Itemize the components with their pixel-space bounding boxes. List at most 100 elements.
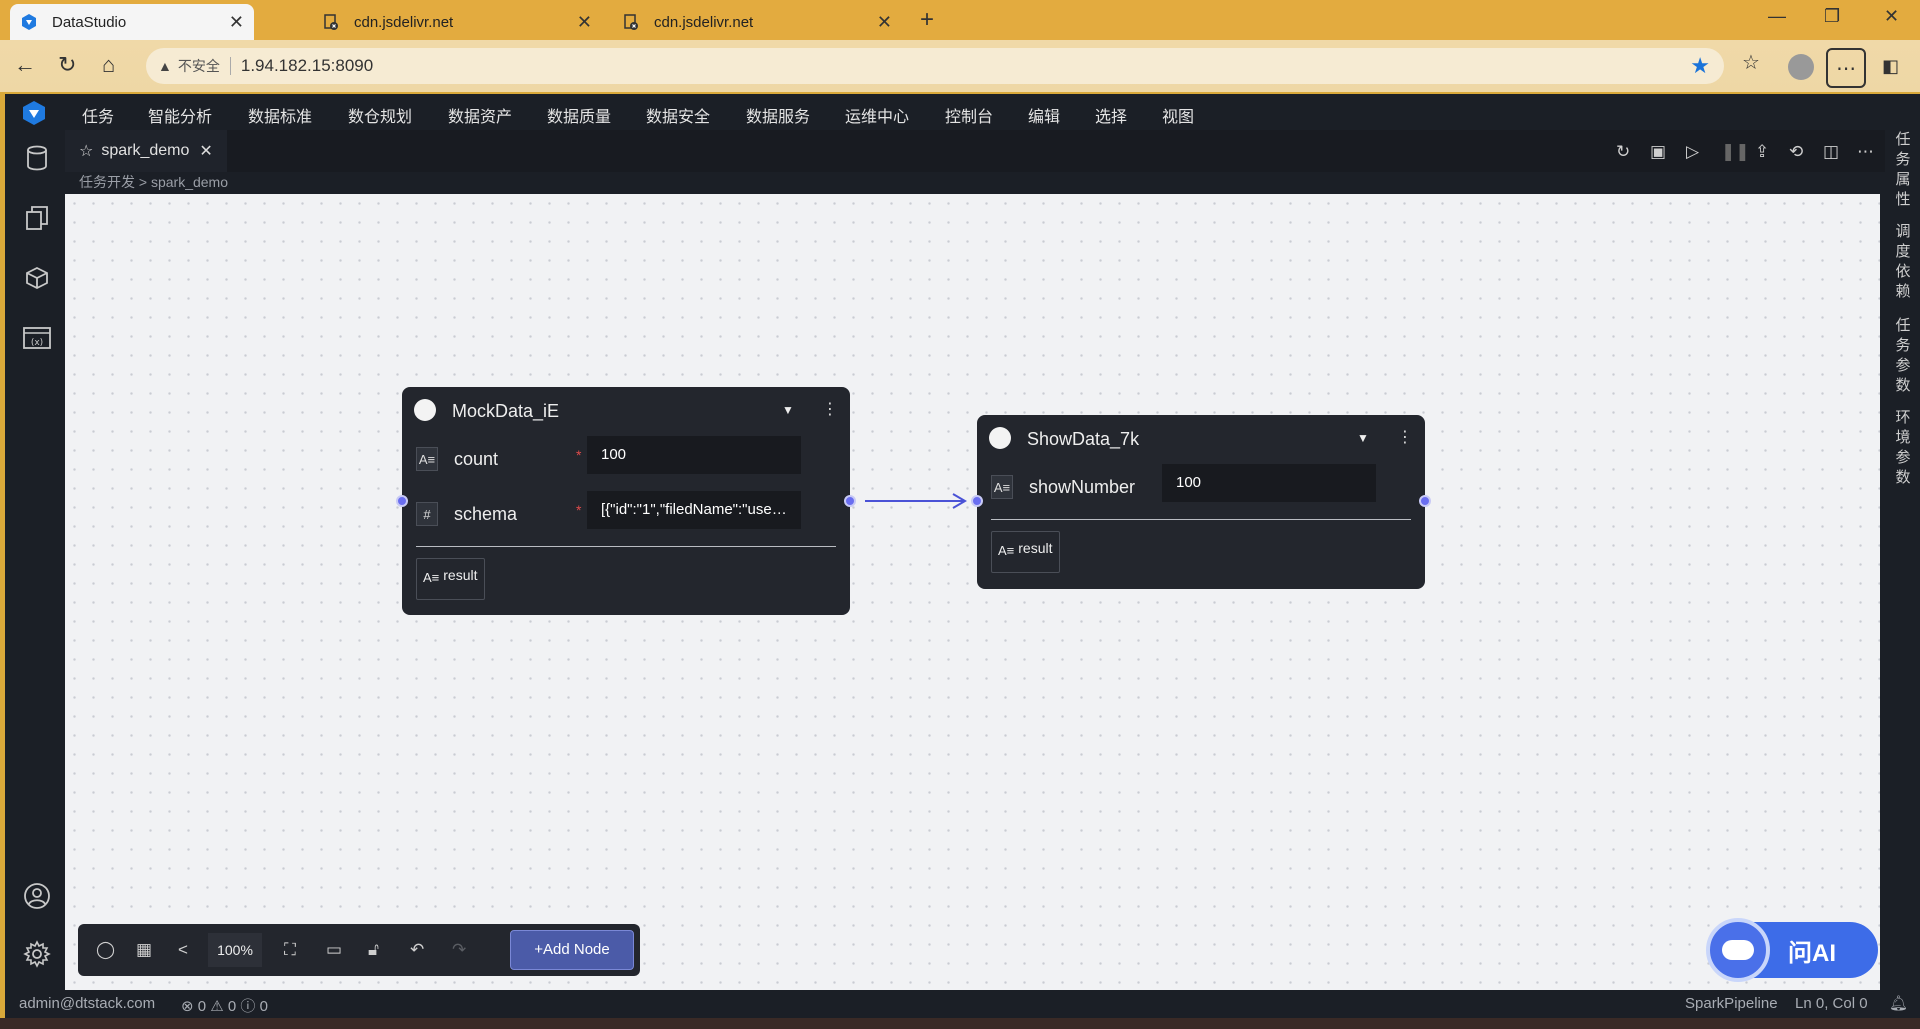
home-icon[interactable]: ⌂ bbox=[102, 52, 115, 78]
browser-address-bar: ← ↻ ⌂ ▲ 不安全 1.94.182.15:8090 ★ ☆ bbox=[0, 40, 1920, 92]
divider bbox=[416, 546, 836, 547]
browser-more-icon[interactable]: ⋯ bbox=[1826, 48, 1866, 88]
undo-icon[interactable]: ↶ bbox=[410, 940, 424, 960]
settings-icon[interactable] bbox=[23, 940, 51, 968]
minimize-icon[interactable]: — bbox=[1768, 6, 1786, 27]
user-icon[interactable] bbox=[23, 882, 51, 910]
cube-icon[interactable] bbox=[23, 264, 51, 292]
favorite-star-icon[interactable]: ☆ bbox=[79, 141, 93, 161]
close-tab-icon[interactable]: ✕ bbox=[577, 12, 592, 33]
chevron-down-icon[interactable]: ▼ bbox=[1357, 431, 1369, 445]
schema-input[interactable]: [{"id":"1","filedName":"user... bbox=[587, 491, 801, 529]
menu-smart-analysis[interactable]: 智能分析 bbox=[148, 103, 212, 127]
fullscreen-icon[interactable]: ⛶ bbox=[284, 940, 296, 960]
reload-icon[interactable]: ↻ bbox=[58, 52, 76, 78]
ai-robot-icon bbox=[1706, 918, 1770, 982]
environment-parameters-tab[interactable]: 环境参数 bbox=[1895, 408, 1911, 488]
menu-edit[interactable]: 编辑 bbox=[1028, 103, 1060, 127]
history-icon[interactable]: ⟲ bbox=[1789, 142, 1803, 162]
current-user: admin@dtstack.com bbox=[19, 995, 156, 1012]
minimap-icon[interactable]: ▭ bbox=[326, 940, 342, 960]
split-view-icon[interactable]: ◫ bbox=[1823, 142, 1839, 162]
database-icon[interactable] bbox=[23, 144, 51, 172]
close-tab-icon[interactable]: ✕ bbox=[877, 12, 892, 33]
node-showdata[interactable]: ShowData_7k ▼ ⋮ A≡ showNumber 100 A≡ resu… bbox=[977, 415, 1425, 589]
output-port-result[interactable]: A≡ result bbox=[991, 531, 1060, 573]
variable-icon[interactable]: (x) bbox=[23, 324, 51, 352]
taskbar-strip bbox=[0, 1018, 1920, 1029]
restore-icon[interactable]: ❐ bbox=[1824, 6, 1840, 27]
input-port[interactable] bbox=[396, 495, 408, 507]
close-icon[interactable]: ✕ bbox=[199, 141, 212, 161]
show-number-input[interactable]: 100 bbox=[1162, 464, 1376, 502]
refresh-icon[interactable]: ↻ bbox=[1616, 142, 1630, 162]
browser-tab-cdn-1[interactable]: cdn.jsdelivr.net ✕ bbox=[312, 4, 602, 40]
files-icon[interactable] bbox=[23, 204, 51, 232]
menu-console[interactable]: 控制台 bbox=[945, 103, 993, 127]
save-icon[interactable]: ▣ bbox=[1650, 142, 1666, 162]
app-logo-icon bbox=[21, 100, 47, 126]
divider bbox=[991, 519, 1411, 520]
browser-tab-datastudio[interactable]: DataStudio ✕ bbox=[10, 4, 254, 40]
number-type-icon: # bbox=[416, 502, 438, 526]
menu-data-standard[interactable]: 数据标准 bbox=[248, 103, 312, 127]
run-icon[interactable]: ▷ bbox=[1686, 142, 1699, 162]
output-port[interactable] bbox=[844, 495, 856, 507]
menu-select[interactable]: 选择 bbox=[1095, 103, 1127, 127]
editor-tab-spark-demo[interactable]: ☆ spark_demo ✕ bbox=[65, 130, 227, 172]
editor-tab-title: spark_demo bbox=[101, 142, 190, 159]
pause-icon[interactable]: ❚❚ bbox=[1721, 142, 1750, 162]
connector-icon[interactable]: < bbox=[178, 940, 188, 960]
menu-data-assets[interactable]: 数据资产 bbox=[448, 103, 512, 127]
edge-connector bbox=[865, 493, 967, 509]
add-node-button[interactable]: +Add Node bbox=[510, 930, 634, 970]
cursor-position[interactable]: Ln 0, Col 0 bbox=[1795, 995, 1868, 1012]
output-port-result[interactable]: A≡ result bbox=[416, 558, 485, 600]
task-properties-tab[interactable]: 任务属性 bbox=[1895, 130, 1911, 210]
node-mockdata[interactable]: MockData_iE ▼ ⋮ A≡ count * 100 # schema … bbox=[402, 387, 850, 615]
url-field[interactable]: ▲ 不安全 1.94.182.15:8090 ★ bbox=[146, 48, 1724, 84]
menu-ops-center[interactable]: 运维中心 bbox=[845, 103, 909, 127]
canvas-toolbar: ◯ ▦ < 100% ⛶ ▭ 🔓︎ ↶ ↷ +Add Node bbox=[78, 924, 640, 976]
favorite-star-icon[interactable]: ★ bbox=[1690, 53, 1710, 79]
schedule-dependency-tab[interactable]: 调度依赖 bbox=[1895, 222, 1911, 302]
more-vertical-icon[interactable]: ⋮ bbox=[822, 399, 838, 419]
menu-warehouse-planning[interactable]: 数仓规划 bbox=[348, 103, 412, 127]
favorites-icon[interactable]: ☆ bbox=[1742, 50, 1760, 75]
menu-view[interactable]: 视图 bbox=[1162, 103, 1194, 127]
output-label: result bbox=[443, 567, 478, 583]
count-input[interactable]: 100 bbox=[587, 436, 801, 474]
new-tab-icon[interactable]: + bbox=[920, 6, 934, 34]
lock-icon[interactable]: 🔓︎ bbox=[368, 940, 379, 960]
more-vertical-icon[interactable]: ⋮ bbox=[1397, 427, 1413, 447]
input-port[interactable] bbox=[971, 495, 983, 507]
menu-data-security[interactable]: 数据安全 bbox=[646, 103, 710, 127]
status-bar: admin@dtstack.com ⊗ 0 ⚠ 0 ⓘ 0 SparkPipel… bbox=[5, 990, 1920, 1018]
sidebar-toggle-icon[interactable]: ◧ bbox=[1882, 56, 1899, 77]
menu-data-service[interactable]: 数据服务 bbox=[746, 103, 810, 127]
task-parameters-tab[interactable]: 任务参数 bbox=[1895, 316, 1911, 396]
chevron-down-icon[interactable]: ▼ bbox=[782, 403, 794, 417]
close-tab-icon[interactable]: ✕ bbox=[229, 12, 244, 33]
notification-bell-icon[interactable]: 🔔︎ bbox=[1889, 994, 1908, 1012]
node-header[interactable]: MockData_iE ▼ ⋮ bbox=[402, 387, 850, 431]
pipeline-canvas[interactable]: MockData_iE ▼ ⋮ A≡ count * 100 # schema … bbox=[65, 194, 1880, 998]
ask-ai-button[interactable]: 问AI bbox=[1706, 918, 1878, 982]
menu-task[interactable]: 任务 bbox=[82, 103, 114, 127]
profile-avatar[interactable] bbox=[1788, 54, 1814, 80]
mouse-icon[interactable]: ◯ bbox=[96, 940, 115, 960]
layout-icon[interactable]: ▦ bbox=[136, 940, 152, 960]
language-mode[interactable]: SparkPipeline bbox=[1685, 995, 1778, 1012]
node-header[interactable]: ShowData_7k ▼ ⋮ bbox=[977, 415, 1425, 459]
back-icon[interactable]: ← bbox=[14, 52, 36, 78]
problem-counts[interactable]: ⊗ 0 ⚠ 0 ⓘ 0 bbox=[181, 995, 268, 1016]
zoom-level[interactable]: 100% bbox=[208, 933, 262, 967]
close-window-icon[interactable]: ✕ bbox=[1884, 6, 1899, 27]
menu-data-quality[interactable]: 数据质量 bbox=[547, 103, 611, 127]
output-port[interactable] bbox=[1419, 495, 1431, 507]
submit-icon[interactable]: ⇪ bbox=[1755, 142, 1769, 162]
browser-tab-cdn-2[interactable]: cdn.jsdelivr.net ✕ bbox=[612, 4, 902, 40]
more-icon[interactable]: ⋯ bbox=[1857, 142, 1874, 162]
redo-icon[interactable]: ↷ bbox=[452, 940, 466, 960]
breadcrumb-root[interactable]: 任务开发 bbox=[79, 174, 135, 190]
